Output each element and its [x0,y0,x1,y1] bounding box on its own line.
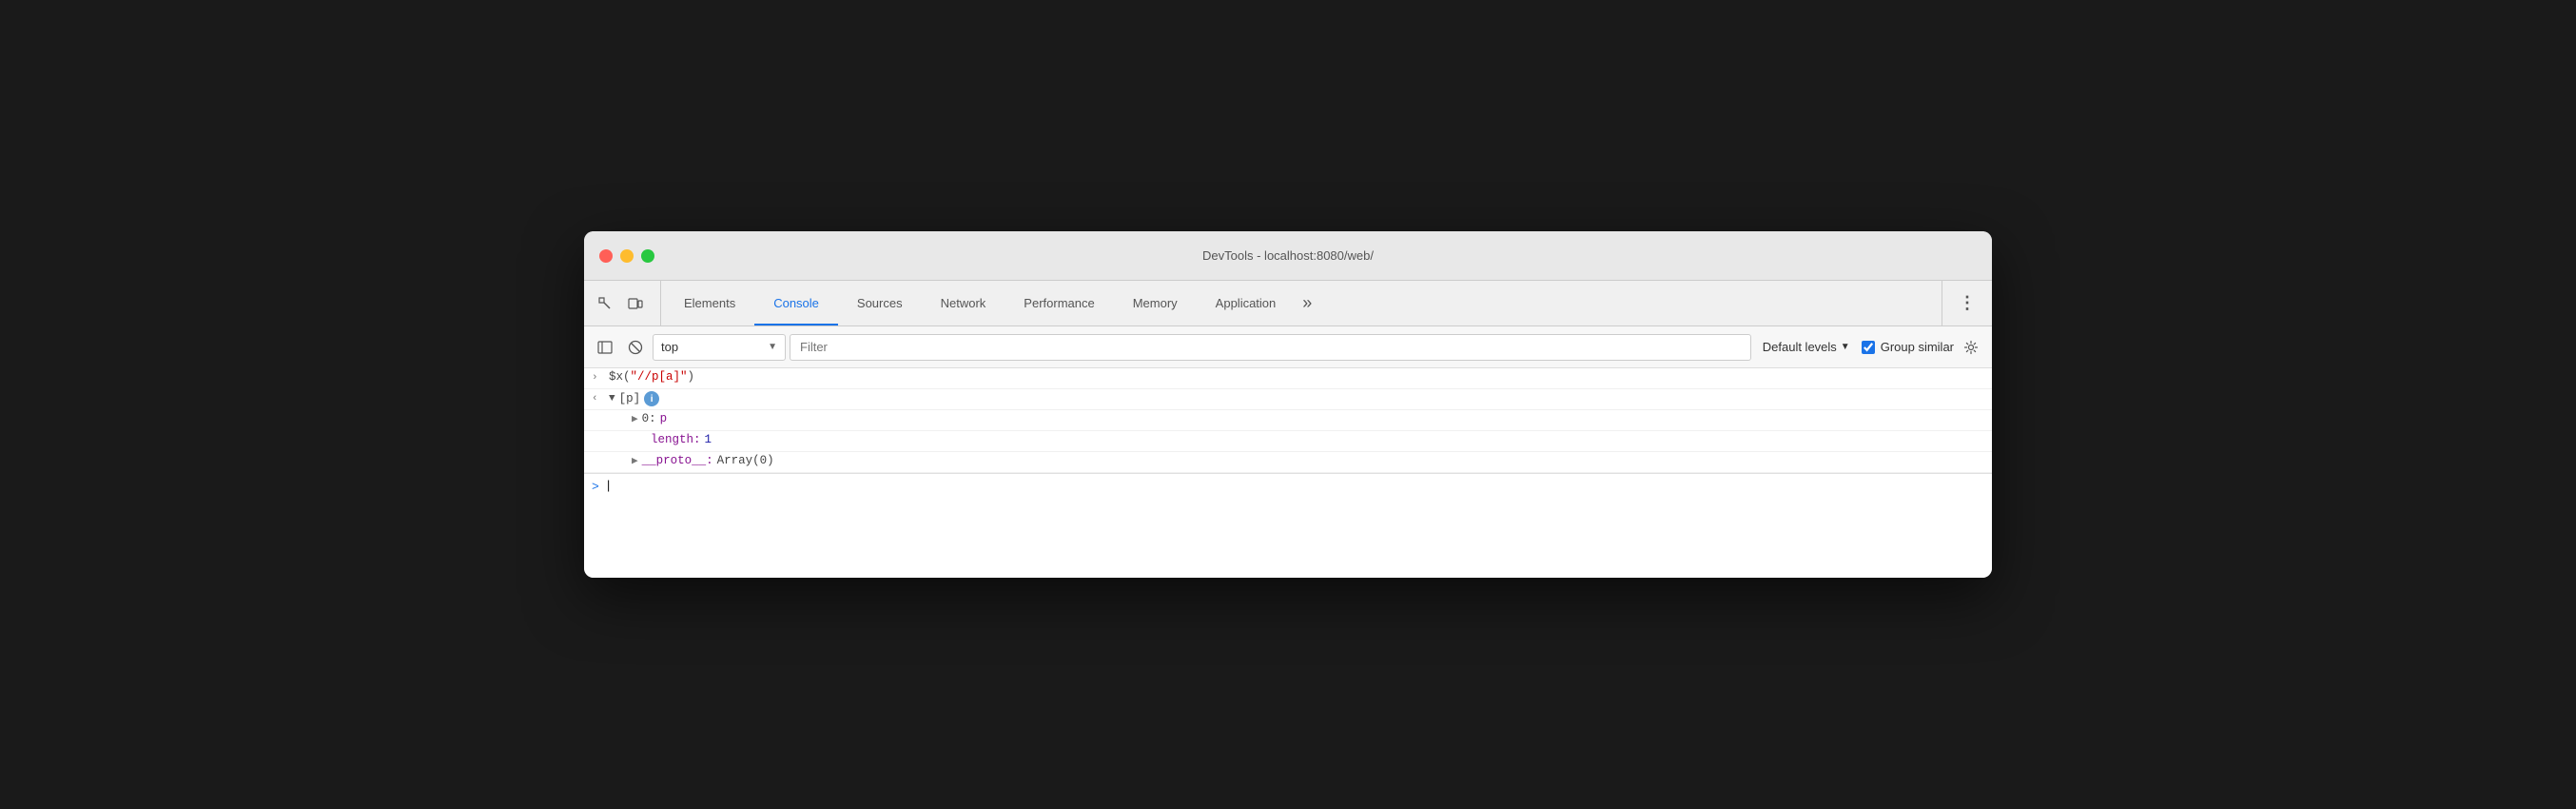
input-content: $x("//p[a]") [609,370,1984,384]
proto-expand-arrow[interactable]: ▶ [632,454,638,467]
back-arrow: ‹ [592,391,609,404]
filter-input[interactable] [790,334,1751,361]
item-key: 0: [642,412,656,425]
console-toolbar: top ▼ Default levels ▼ Group similar [584,326,1992,368]
default-levels-dropdown[interactable]: Default levels ▼ [1755,340,1858,354]
group-similar-label: Group similar [1881,340,1954,354]
console-input-line: › $x("//p[a]") [584,368,1992,389]
item-expand-arrow[interactable]: ▶ [632,412,638,425]
proto-value: Array(0) [717,454,774,467]
device-toolbar-icon[interactable] [622,290,649,317]
tab-sources[interactable]: Sources [838,281,922,326]
console-output-line: ‹ ▼ [p] i [584,389,1992,410]
tab-bar: Elements Console Sources Network Perform… [584,281,1992,326]
item-value: p [660,412,668,425]
output-content: ▼ [p] i [609,391,1984,406]
tab-memory[interactable]: Memory [1114,281,1197,326]
toolbar-icons [592,281,661,326]
tabs: Elements Console Sources Network Perform… [665,281,1942,326]
prop-key: length: [651,433,701,446]
expand-arrow[interactable]: ▼ [609,393,615,404]
close-button[interactable] [599,249,613,263]
proto-key: __proto__: [642,454,713,467]
item-content: ▶ 0: p [632,412,1984,425]
default-levels-arrow: ▼ [1841,342,1850,352]
context-selector[interactable]: top ▼ [653,334,786,361]
context-dropdown-arrow: ▼ [768,342,777,352]
console-input-cursor-line[interactable]: > | [584,474,1992,499]
console-output: › $x("//p[a]") ‹ ▼ [p] i ▶ 0: p [584,368,1992,578]
cursor-prompt: > [592,480,599,494]
prop-value: 1 [705,433,712,446]
devtools-window: DevTools - localhost:8080/web/ Elements [584,231,1992,578]
tab-network[interactable]: Network [922,281,1005,326]
tab-application[interactable]: Application [1197,281,1296,326]
array-length-prop: length: 1 [584,431,1992,452]
cursor: | [605,480,613,493]
maximize-button[interactable] [641,249,654,263]
prop-content: length: 1 [651,433,1984,446]
inspect-element-icon[interactable] [592,290,618,317]
tab-console[interactable]: Console [754,281,838,326]
array-label: [p] [619,392,641,405]
info-badge: i [644,391,659,406]
more-tabs-button[interactable]: » [1295,281,1319,326]
input-arrow: › [592,370,609,384]
code-expression: $x("//p[a]") [609,370,694,384]
tab-performance[interactable]: Performance [1005,281,1113,326]
more-options-button[interactable]: ⋮ [1954,290,1981,317]
traffic-lights [599,249,654,263]
proto-content: ▶ __proto__: Array(0) [632,454,1984,467]
proto-prefix [615,454,632,456]
prop-prefix [634,433,651,435]
array-item-0: ▶ 0: p [584,410,1992,431]
window-title: DevTools - localhost:8080/web/ [1202,248,1374,263]
title-bar: DevTools - localhost:8080/web/ [584,231,1992,281]
proto-item: ▶ __proto__: Array(0) [584,452,1992,473]
console-settings-icon[interactable] [1958,334,1984,361]
clear-console-icon[interactable] [622,334,649,361]
minimize-button[interactable] [620,249,634,263]
group-similar-checkbox[interactable] [1862,341,1875,354]
console-sidebar-icon[interactable] [592,334,618,361]
group-similar-option: Group similar [1862,340,1954,354]
toolbar-right: ⋮ [1942,281,1992,326]
item-prefix [615,412,632,414]
tab-elements[interactable]: Elements [665,281,754,326]
